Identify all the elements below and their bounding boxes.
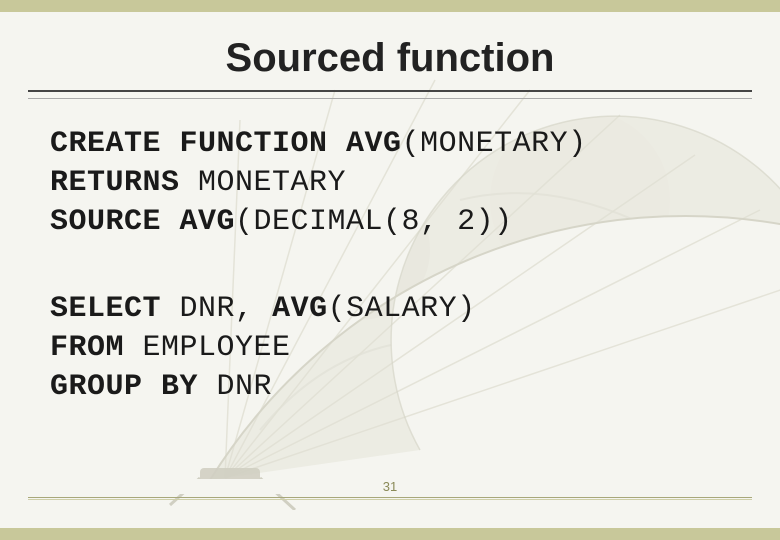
code-keyword: GROUP BY: [50, 370, 198, 404]
code-text: DNR,: [161, 292, 272, 326]
code-text: DNR: [198, 370, 272, 404]
code-block-select: SELECT DNR, AVG(SALARY) FROM EMPLOYEE GR…: [50, 290, 730, 407]
title-divider-thin: [28, 98, 752, 99]
code-keyword: SELECT: [50, 292, 161, 326]
code-keyword: RETURNS: [50, 166, 180, 200]
title-divider: [28, 90, 752, 92]
page-number: 31: [0, 479, 780, 494]
code-block-create-function: CREATE FUNCTION AVG(MONETARY) RETURNS MO…: [50, 125, 730, 242]
accent-bar-bottom: [0, 528, 780, 540]
accent-bar-top: [0, 0, 780, 12]
footer-divider-secondary: [28, 499, 752, 500]
code-text: EMPLOYEE: [124, 331, 291, 365]
code-keyword: AVG: [272, 292, 328, 326]
code-keyword: FROM: [50, 331, 124, 365]
slide-title: Sourced function: [0, 36, 780, 81]
code-text: (DECIMAL(8, 2)): [235, 205, 513, 239]
code-keyword: SOURCE AVG: [50, 205, 235, 239]
code-text: (MONETARY): [402, 127, 587, 161]
slide-content: CREATE FUNCTION AVG(MONETARY) RETURNS MO…: [50, 125, 730, 407]
code-text: MONETARY: [180, 166, 347, 200]
footer-divider: [28, 497, 752, 498]
code-text: (SALARY): [328, 292, 476, 326]
code-keyword: CREATE FUNCTION AVG: [50, 127, 402, 161]
